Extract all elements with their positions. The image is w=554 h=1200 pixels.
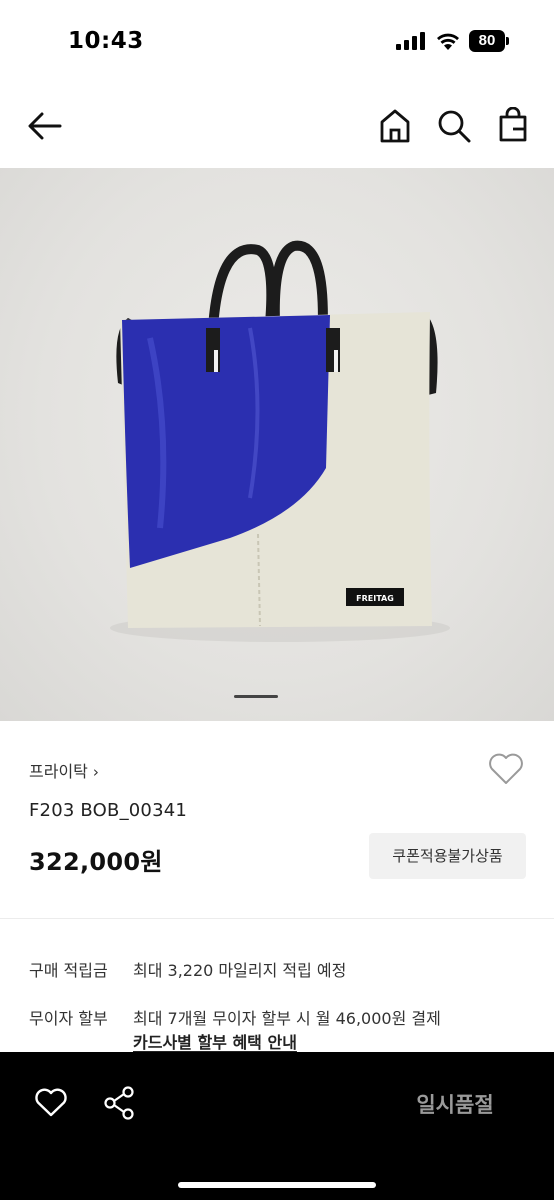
- battery-cap: [506, 37, 509, 45]
- share-icon[interactable]: [102, 1085, 136, 1121]
- bottom-action-bar: 일시품절: [0, 1052, 554, 1200]
- signal-icon: [396, 32, 425, 50]
- battery-indicator: 80: [469, 30, 509, 52]
- home-icon[interactable]: [378, 108, 412, 144]
- temporarily-sold-out-button[interactable]: 일시품절: [380, 1078, 530, 1130]
- product-image: FREITAG: [110, 240, 450, 642]
- wishlist-heart-icon[interactable]: [487, 752, 525, 786]
- coupon-unavailable-badge: 쿠폰적용불가상품: [369, 833, 526, 879]
- price-value: 322,000: [29, 848, 141, 876]
- brand-name: 프라이탁: [29, 762, 88, 781]
- brand-link[interactable]: 프라이탁 ›: [29, 758, 99, 782]
- brand-tag-label: FREITAG: [356, 594, 394, 603]
- shopping-bag-icon[interactable]: [496, 107, 530, 143]
- battery-level: 80: [478, 32, 496, 49]
- back-arrow-icon[interactable]: [26, 110, 64, 142]
- product-name: F203 BOB_00341: [29, 800, 188, 821]
- price-unit: 원: [140, 848, 163, 876]
- points-value: 최대 3,220 마일리지 적립 예정: [133, 961, 347, 980]
- installment-value: 최대 7개월 무이자 할부 시 월 46,000원 결제: [133, 1009, 441, 1028]
- product-image-carousel[interactable]: FREITAG: [0, 168, 554, 721]
- card-installment-benefits-link[interactable]: 카드사별 할부 혜택 안내: [133, 1029, 297, 1053]
- chevron-right-icon: ›: [92, 763, 99, 781]
- carousel-indicator: [234, 695, 278, 698]
- status-bar: 10:43 80: [0, 0, 554, 84]
- status-time: 10:43: [68, 28, 144, 54]
- wifi-icon: [437, 33, 459, 50]
- search-icon[interactable]: [436, 108, 472, 144]
- heart-icon[interactable]: [34, 1088, 68, 1118]
- home-indicator: [178, 1182, 376, 1188]
- section-divider: [0, 918, 554, 919]
- points-label: 구매 적립금: [29, 961, 108, 980]
- top-nav-bar: [0, 84, 554, 168]
- installment-label: 무이자 할부: [29, 1009, 108, 1028]
- product-price: 322,000원: [29, 842, 163, 877]
